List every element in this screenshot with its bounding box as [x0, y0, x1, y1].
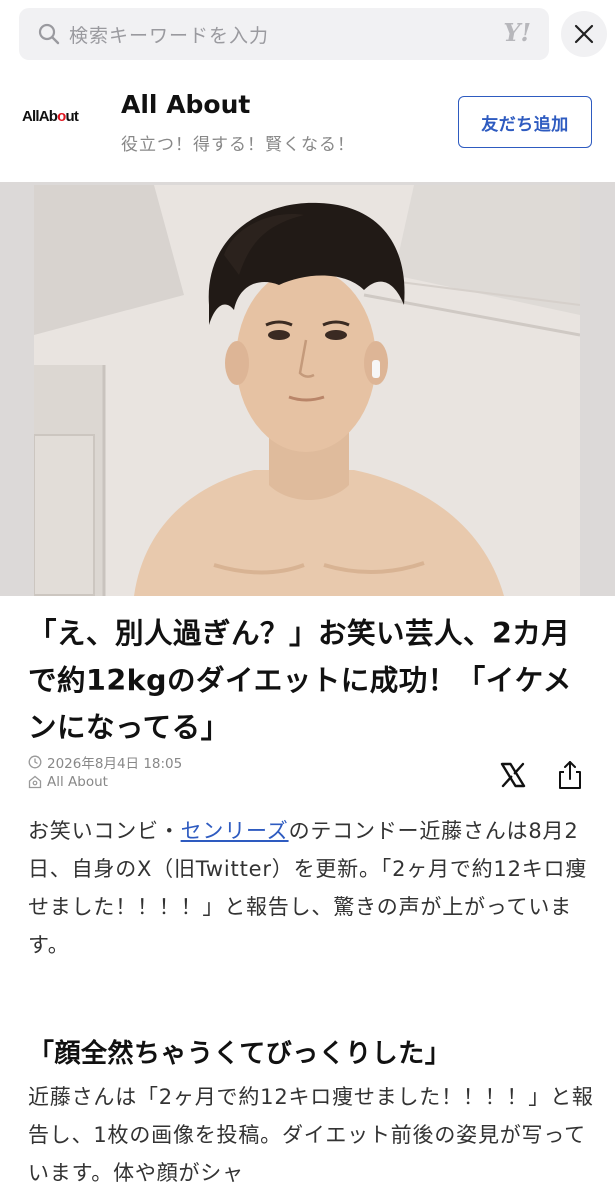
close-button[interactable] — [560, 8, 608, 60]
article-paragraph: 近藤さんは「2ヶ月で約12キロ痩せました！！！！」と報告し、1枚の画像を投稿。ダ… — [28, 1085, 594, 1185]
close-circle — [561, 11, 607, 57]
search-placeholder: 検索キーワードを入力 — [69, 25, 270, 47]
search-icon — [38, 23, 60, 45]
publisher-tagline: 役立つ！得する！賢くなる！ — [121, 135, 355, 155]
publish-time-text: 2026年8月4日 18:05 — [47, 756, 183, 772]
photo-illustration — [34, 185, 580, 596]
x-logo-icon[interactable] — [498, 760, 528, 790]
search-input[interactable]: 検索キーワードを入力 Y! — [19, 8, 549, 60]
yahoo-logo: Y! — [503, 18, 531, 47]
publisher-header: AllAbout All About 役立つ！得する！賢くなる！ 友だち追加 — [0, 68, 615, 182]
clock-icon — [28, 755, 42, 769]
article-photo[interactable] — [34, 185, 580, 596]
top-search-bar: 検索キーワードを入力 Y! — [0, 0, 615, 68]
article-headline: 「え、別人過ぎん？」お笑い芸人、2カ月で約12kgのダイエットに成功！「イケメン… — [28, 617, 572, 744]
article-paragraph: お笑いコンビ・センリーズのテコンドー近藤さんは8月2日、自身のX（旧Twitte… — [28, 819, 588, 957]
add-friend-button[interactable]: 友だち追加 — [458, 96, 592, 148]
group-link[interactable]: センリーズ — [181, 819, 289, 843]
source-name: All About — [47, 774, 108, 790]
hero-image-area — [0, 182, 615, 596]
article-subheading: 「顔全然ちゃうくてびっくりした」 — [28, 1039, 452, 1069]
source-icon — [28, 775, 42, 789]
publisher-logo[interactable]: AllAbout — [22, 108, 79, 125]
article-meta: 2026年8月4日 18:05 All About — [28, 752, 598, 802]
publisher-name[interactable]: All About — [121, 90, 250, 119]
publish-time: 2026年8月4日 18:05 — [28, 752, 182, 772]
share-icon[interactable] — [557, 760, 583, 790]
article-source[interactable]: All About — [28, 774, 108, 790]
close-icon — [574, 24, 594, 44]
